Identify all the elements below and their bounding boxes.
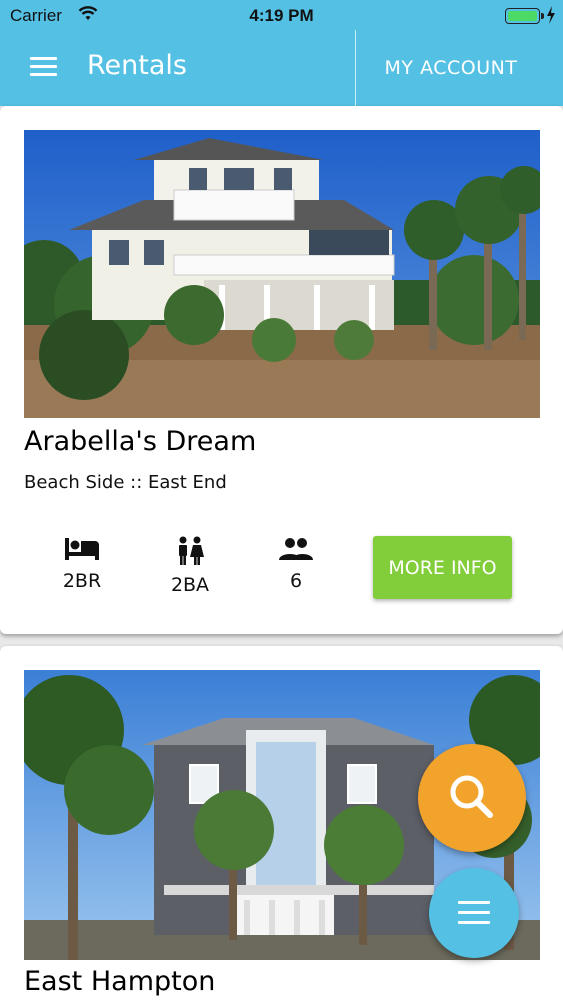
- hamburger-icon[interactable]: [30, 57, 57, 77]
- rental-name[interactable]: East Hampton: [24, 966, 215, 997]
- app-header: Carrier 4:19 PM Rentals MY ACCOUNT: [0, 0, 563, 106]
- people-icon: [279, 538, 313, 560]
- more-info-button[interactable]: MORE INFO: [373, 536, 512, 599]
- status-bar: Carrier 4:19 PM: [0, 0, 563, 32]
- sleeps-value: 6: [289, 570, 303, 592]
- restroom-icon: [179, 536, 204, 565]
- rental-photo[interactable]: [24, 130, 540, 418]
- battery-level: [508, 11, 537, 21]
- sleeps-stat: 6: [266, 536, 326, 592]
- bedrooms-stat: 2BR: [52, 536, 112, 592]
- bed-icon: [65, 538, 99, 560]
- search-icon: [450, 775, 493, 818]
- bathrooms-stat: 2BA: [160, 536, 220, 596]
- clock: 4:19 PM: [249, 6, 314, 25]
- battery-icon: [505, 8, 544, 24]
- page-title: Rentals: [87, 50, 187, 81]
- bathrooms-value: 2BA: [170, 574, 210, 596]
- bedrooms-value: 2BR: [62, 570, 102, 592]
- my-account-button[interactable]: MY ACCOUNT: [356, 30, 546, 106]
- app-bar: Rentals MY ACCOUNT: [0, 30, 563, 106]
- menu-fab[interactable]: [429, 868, 519, 958]
- charging-icon: [546, 6, 556, 29]
- search-fab[interactable]: [418, 744, 526, 852]
- rental-card[interactable]: Arabella's Dream Beach Side :: East End …: [0, 106, 563, 634]
- rental-location: Beach Side :: East End: [24, 472, 227, 493]
- rental-name[interactable]: Arabella's Dream: [24, 426, 256, 457]
